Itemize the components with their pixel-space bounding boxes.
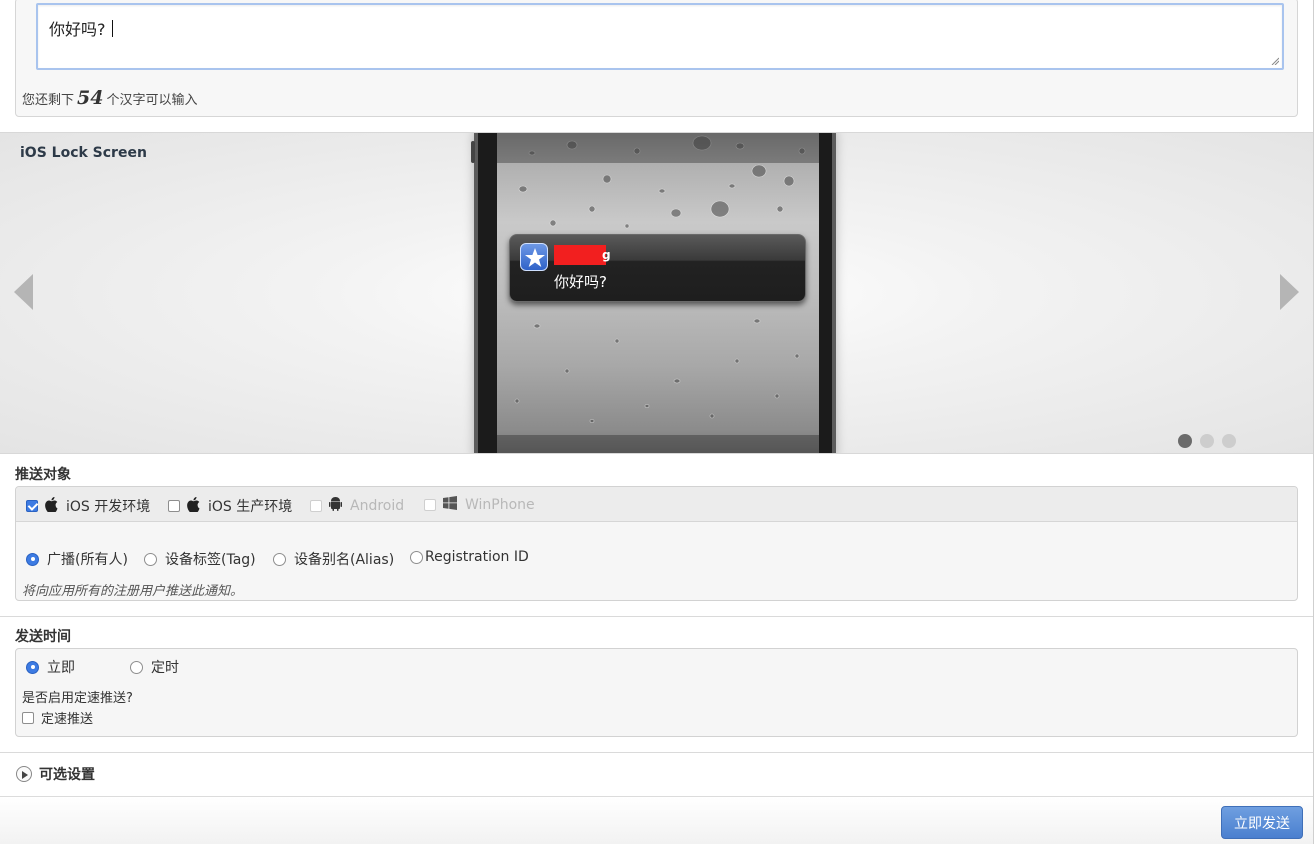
expand-arrow-icon: [16, 766, 32, 782]
carousel-next-icon[interactable]: [1280, 274, 1299, 310]
phone-mockup: g 你好吗?: [471, 133, 836, 453]
audience-alias[interactable]: 设备别名(Alias): [273, 549, 394, 569]
carousel-dot-2[interactable]: [1200, 434, 1214, 448]
send-scheduled-option[interactable]: 定时: [130, 657, 179, 677]
rate-limit-option[interactable]: 定速推送: [22, 708, 93, 727]
carousel-dot-1[interactable]: [1178, 434, 1192, 448]
target-section-label: 推送对象: [15, 467, 71, 483]
phone-screen: g 你好吗?: [497, 133, 819, 453]
tag-label: 设备标签(Tag): [165, 552, 256, 568]
footer-bar: [0, 796, 1314, 844]
notification-app-name-tail: g: [602, 248, 611, 262]
platform-bar: iOS 开发环境 iOS 生产环境 Android WinPhone: [16, 487, 1297, 522]
lockscreen-status-bar: [497, 133, 819, 163]
ios-prod-checkbox[interactable]: [168, 500, 180, 512]
phone-side-button: [471, 141, 475, 163]
message-textarea[interactable]: 你好吗?: [36, 3, 1284, 70]
send-now-radio[interactable]: [26, 660, 39, 674]
message-panel: 你好吗? 您还剩下 54 个汉字可以输入: [15, 0, 1298, 117]
lockscreen-bottom-bar: [497, 435, 819, 453]
apple-icon: [45, 496, 58, 516]
platform-winphone[interactable]: WinPhone: [424, 496, 535, 514]
platform-ios-prod[interactable]: iOS 生产环境: [168, 496, 292, 516]
platform-ios-dev[interactable]: iOS 开发环境: [26, 496, 150, 516]
optional-settings-toggle[interactable]: 可选设置: [16, 764, 95, 784]
ios-dev-label: iOS 开发环境: [66, 499, 151, 515]
page-right-border: [1313, 0, 1314, 844]
app-star-icon: [520, 243, 548, 271]
notification-text: 你好吗?: [554, 273, 607, 291]
section-divider: [0, 752, 1314, 753]
windows-icon: [443, 496, 457, 514]
send-now-button[interactable]: 立即发送: [1221, 806, 1303, 839]
send-now-option[interactable]: 立即: [26, 657, 75, 677]
android-icon: [329, 496, 342, 515]
apple-icon: [187, 496, 200, 516]
remaining-count: 54: [77, 87, 104, 109]
push-notification-banner: g 你好吗?: [509, 234, 806, 302]
remaining-counter: 您还剩下 54 个汉字可以输入: [22, 87, 197, 109]
audience-tag[interactable]: 设备标签(Tag): [144, 549, 256, 569]
android-label: Android: [350, 497, 405, 514]
broadcast-radio[interactable]: [26, 552, 39, 566]
audience-broadcast[interactable]: 广播(所有人): [26, 549, 128, 569]
audience-registration-id[interactable]: Registration ID: [410, 549, 529, 565]
android-checkbox[interactable]: [310, 499, 322, 512]
ios-prod-label: iOS 生产环境: [208, 499, 293, 515]
notification-app-name-redacted: [554, 245, 606, 265]
preview-title: iOS Lock Screen: [20, 145, 147, 161]
send-now-label: 立即: [47, 660, 75, 676]
platform-android[interactable]: Android: [310, 496, 404, 515]
winphone-checkbox[interactable]: [424, 499, 436, 511]
carousel-prev-icon[interactable]: [14, 274, 33, 310]
broadcast-label: 广播(所有人): [47, 552, 128, 568]
preview-carousel: iOS Lock Screen g 你好吗?: [0, 132, 1314, 454]
rate-limit-label: 定速推送: [41, 712, 94, 727]
tag-radio[interactable]: [144, 552, 157, 566]
section-divider: [0, 616, 1314, 617]
send-time-section-label: 发送时间: [15, 629, 71, 645]
send-scheduled-label: 定时: [151, 660, 179, 676]
ios-dev-checkbox[interactable]: [26, 500, 38, 512]
send-time-panel: 立即 定时 定速推送: [15, 648, 1298, 737]
audience-hint: 将向应用所有的注册用户推送此通知。: [22, 584, 244, 599]
alias-label: 设备别名(Alias): [294, 552, 395, 568]
winphone-label: WinPhone: [465, 497, 535, 513]
registration-id-label: Registration ID: [425, 549, 529, 565]
registration-id-radio[interactable]: [410, 550, 423, 564]
remaining-suffix: 个汉字可以输入: [106, 93, 198, 108]
rate-limit-question: 是否启用定速推送?: [22, 691, 133, 706]
carousel-dot-3[interactable]: [1222, 434, 1236, 448]
send-scheduled-radio[interactable]: [130, 660, 143, 674]
text-caret: [111, 20, 113, 37]
resize-grip-icon[interactable]: [1271, 57, 1279, 65]
alias-radio[interactable]: [273, 552, 286, 566]
remaining-prefix: 您还剩下: [22, 93, 75, 108]
optional-settings-label: 可选设置: [39, 767, 95, 783]
message-text: 你好吗?: [49, 16, 113, 40]
rate-limit-checkbox[interactable]: [22, 711, 34, 724]
carousel-dots: [1178, 434, 1236, 448]
message-section: 你好吗? 您还剩下 54 个汉字可以输入: [0, 0, 1316, 132]
